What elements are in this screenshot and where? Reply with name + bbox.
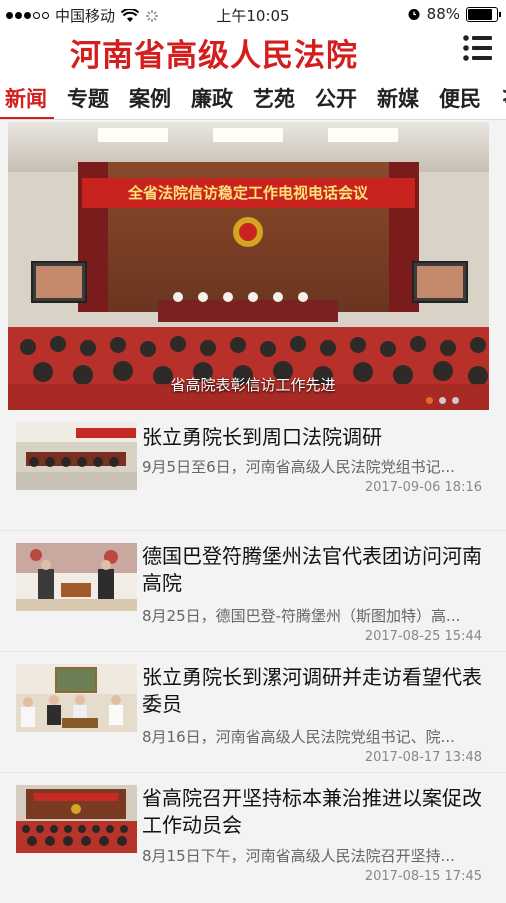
news-item[interactable]: 张立勇院长到周口法院调研 9月5日至6日，河南省高级人民法院党组书记... 20… [0,412,506,531]
category-nav: 新闻 专题 案例 廉政 艺苑 公开 新媒 便民 ≯ [0,73,506,120]
featured-carousel[interactable]: 全省法院信访稳定工作电视电话会议 [8,122,489,410]
news-date: 2017-08-15 17:45 [364,869,482,884]
news-title[interactable]: 省高院召开坚持标本兼治推进以案促改工作动员会 [142,785,492,839]
news-item[interactable]: 德国巴登符腾堡州法官代表团访问河南高院 8月25日，德国巴登-符腾堡州（斯图加特… [0,531,506,652]
active-tab-indicator [0,117,54,119]
tab-topics[interactable]: 专题 [67,83,109,113]
status-bar: 中国移动 上午10:05 88% [0,0,506,28]
news-date: 2017-08-25 15:44 [364,629,482,644]
list-menu-icon[interactable] [462,32,494,64]
app-header: 河南省高级人民法院 [0,28,506,74]
news-item[interactable]: 张立勇院长到漯河调研并走访看望代表委员 8月16日，河南省高级人民法院党组书记、… [0,652,506,773]
tab-new-media[interactable]: 新媒 [377,83,419,113]
tab-public[interactable]: 公开 [315,83,357,113]
carousel-caption: 省高院表彰信访工作先进 [170,376,336,394]
carousel-banner-text: 全省法院信访稳定工作电视电话会议 [127,184,369,202]
news-item[interactable]: 省高院召开坚持标本兼治推进以案促改工作动员会 8月15日下午，河南省高级人民法院… [0,773,506,903]
news-summary: 8月15日下午，河南省高级人民法院召开坚持... [142,847,455,865]
carousel-image: 全省法院信访稳定工作电视电话会议 [8,122,489,410]
tab-more[interactable]: ≯ [501,83,506,107]
carousel-dot-3[interactable] [452,397,459,404]
battery-icon [466,6,501,22]
tab-arts[interactable]: 艺苑 [253,83,295,113]
news-summary: 8月25日，德国巴登-符腾堡州（斯图加特）高... [142,607,461,625]
tab-news[interactable]: 新闻 [5,83,47,113]
battery-percent: 88% [426,5,460,23]
news-title[interactable]: 德国巴登符腾堡州法官代表团访问河南高院 [142,543,492,597]
news-thumbnail [16,543,137,611]
news-thumbnail [16,785,137,853]
news-list: 张立勇院长到周口法院调研 9月5日至6日，河南省高级人民法院党组书记... 20… [0,412,506,903]
tab-convenience[interactable]: 便民 [439,83,481,113]
tab-integrity[interactable]: 廉政 [191,83,233,113]
tab-cases[interactable]: 案例 [129,83,171,113]
carousel-dot-1[interactable] [426,397,433,404]
news-summary: 8月16日，河南省高级人民法院党组书记、院... [142,728,455,746]
site-title: 河南省高级人民法院 [70,38,358,74]
news-title[interactable]: 张立勇院长到漯河调研并走访看望代表委员 [142,664,492,718]
news-summary: 9月5日至6日，河南省高级人民法院党组书记... [142,458,455,476]
news-thumbnail [16,422,137,490]
alarm-clock-icon [408,9,420,20]
carousel-dot-2[interactable] [439,397,446,404]
news-thumbnail [16,664,137,732]
carousel-indicators[interactable] [426,397,459,404]
news-title[interactable]: 张立勇院长到周口法院调研 [142,424,492,451]
news-date: 2017-08-17 13:48 [364,750,482,765]
news-date: 2017-09-06 18:16 [364,480,482,495]
